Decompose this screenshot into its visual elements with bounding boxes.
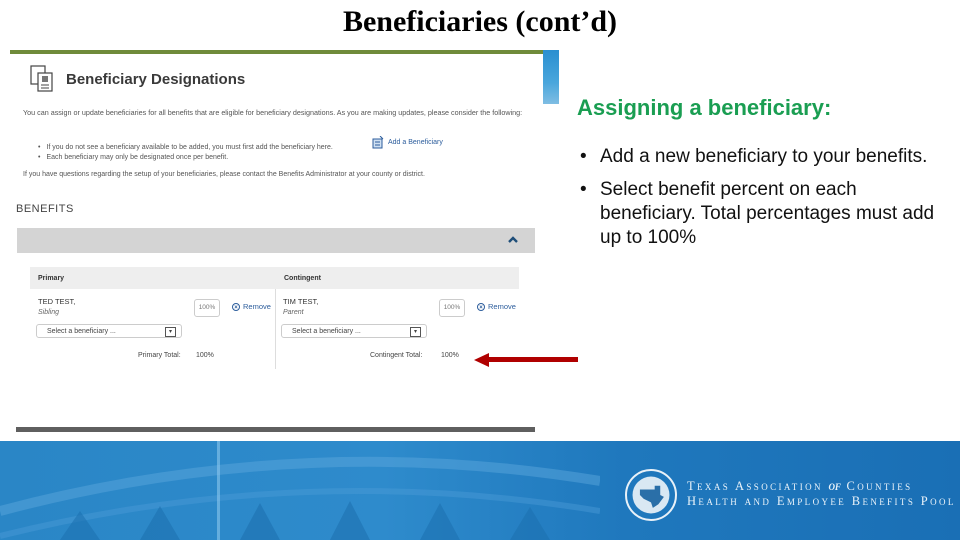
primary-beneficiary-name: TED TEST, [38, 297, 76, 306]
primary-beneficiary-relationship: Sibling [38, 309, 60, 316]
dropdown-arrow-icon: ▾ [165, 327, 176, 337]
red-arrow-icon [474, 353, 578, 367]
select-placeholder: Select a beneficiary ... [292, 328, 361, 335]
org-name-part: Counties [840, 479, 913, 493]
instruction-item: Add a new beneficiary to your benefits. [580, 145, 940, 169]
contingent-total-label: Contingent Total: [370, 352, 423, 359]
remove-label: Remove [243, 302, 271, 311]
contact-text: If you have questions regarding the setu… [23, 171, 425, 178]
assigning-heading: Assigning a beneficiary: [577, 95, 832, 120]
org-name-line2: Health and Employee Benefits Pool [687, 494, 956, 508]
contingent-column-header: Contingent [284, 275, 321, 282]
column-divider [275, 289, 276, 369]
select-placeholder: Select a beneficiary ... [47, 328, 116, 335]
org-name-part: Texas Association [687, 479, 829, 493]
primary-percent-input[interactable]: 100% [194, 299, 220, 317]
tac-seal-logo [625, 469, 677, 521]
primary-total-value: 100% [196, 352, 214, 359]
contingent-remove-button[interactable]: × Remove [477, 302, 516, 311]
beneficiary-document-icon [30, 65, 53, 92]
org-name-line1: Texas Association of Counties [687, 479, 913, 494]
screenshot-bottom-rule [16, 427, 535, 432]
benefit-accordion-header[interactable] [17, 228, 535, 253]
decorative-blue-tab [543, 50, 559, 104]
beneficiary-table-header: Primary Contingent [30, 267, 519, 289]
contingent-beneficiary-select[interactable]: Select a beneficiary ... ▾ [281, 324, 427, 338]
slide-title: Beneficiaries (cont’d) [342, 5, 618, 38]
section-title: Beneficiary Designations [66, 71, 246, 88]
chevron-up-icon[interactable] [507, 234, 519, 246]
contingent-beneficiary-name: TIM TEST, [283, 297, 319, 306]
org-name-of: of [828, 479, 841, 493]
beneficiary-screenshot: Beneficiary Designations You can assign … [10, 54, 540, 432]
note-item: Each beneficiary may only be designated … [38, 153, 333, 163]
add-beneficiary-label[interactable]: Add a Beneficiary [388, 139, 443, 146]
remove-circle-icon: × [477, 302, 485, 311]
contingent-beneficiary-relationship: Parent [283, 309, 304, 316]
note-item: If you do not see a beneficiary availabl… [38, 143, 332, 153]
dropdown-arrow-icon: ▾ [410, 327, 421, 337]
instructions-list: Add a new beneficiary to your benefits. … [580, 145, 940, 259]
contingent-total-value: 100% [441, 352, 459, 359]
instruction-item: Select benefit percent on each beneficia… [580, 178, 940, 250]
add-beneficiary-link[interactable]: Add a Beneficiary [372, 136, 443, 149]
intro-text: You can assign or update beneficiaries f… [23, 108, 523, 117]
contingent-percent-input[interactable]: 100% [439, 299, 465, 317]
primary-total-label: Primary Total: [138, 352, 181, 359]
add-beneficiary-icon [372, 136, 384, 149]
primary-column-header: Primary [38, 275, 65, 282]
primary-beneficiary-select[interactable]: Select a beneficiary ... ▾ [36, 324, 182, 338]
remove-circle-icon: × [232, 302, 240, 311]
notes-list: If you do not see a beneficiary availabl… [38, 143, 333, 163]
benefits-heading: BENEFITS [16, 203, 74, 215]
capitol-dome-texture [0, 441, 600, 540]
remove-label: Remove [488, 302, 516, 311]
primary-remove-button[interactable]: × Remove [232, 302, 271, 311]
